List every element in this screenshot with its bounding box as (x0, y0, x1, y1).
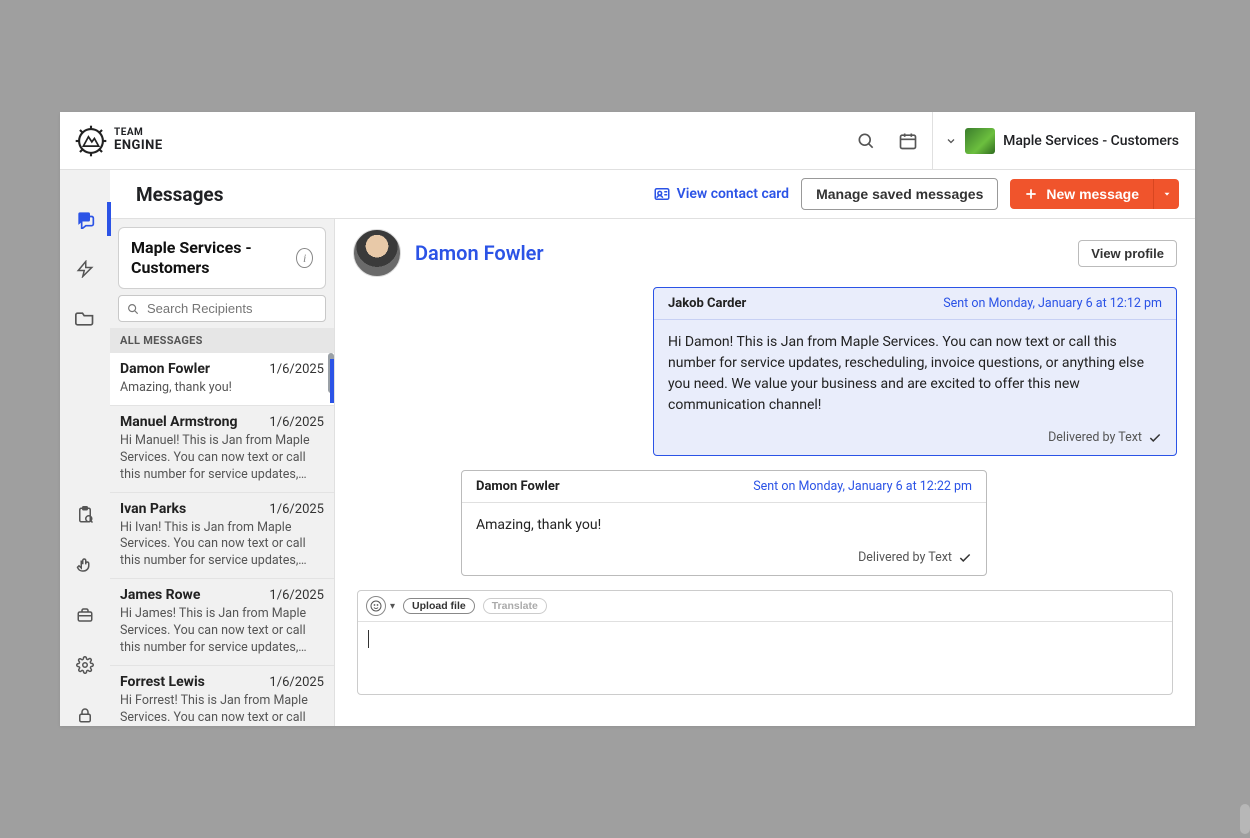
emoji-dropdown-icon[interactable]: ▾ (390, 601, 395, 612)
top-bar: TEAM ENGINE Maple Services - Customers (60, 112, 1195, 170)
thread-name: James Rowe (120, 587, 200, 603)
new-message-group: New message (1010, 179, 1179, 209)
gear-mountain-icon (74, 124, 108, 158)
page-scrollbar[interactable] (1240, 804, 1250, 834)
page-title: Messages (136, 183, 223, 206)
thread-name: Forrest Lewis (120, 674, 205, 690)
new-message-dropdown[interactable] (1153, 179, 1179, 209)
rail-messages-icon[interactable] (74, 208, 96, 230)
thread-date: 1/6/2025 (269, 675, 324, 690)
all-messages-header: ALL MESSAGES (110, 328, 334, 353)
app-frame: TEAM ENGINE Maple Services - Customers (60, 112, 1195, 726)
thread-item[interactable]: James Rowe 1/6/2025 Hi James! This is Ja… (110, 579, 334, 666)
message-body: Amazing, thank you! (462, 503, 986, 544)
thread-item[interactable]: Forrest Lewis 1/6/2025 Hi Forrest! This … (110, 666, 334, 726)
conversation-column: Damon Fowler View profile Jakob Carder S… (335, 219, 1195, 726)
search-recipients (118, 295, 326, 322)
thread-item[interactable]: Manuel Armstrong 1/6/2025 Hi Manuel! Thi… (110, 406, 334, 493)
search-icon (126, 302, 140, 316)
thread-date: 1/6/2025 (269, 362, 324, 377)
top-icons (854, 129, 920, 153)
rail-tap-icon[interactable] (74, 554, 96, 576)
brand-logo: TEAM ENGINE (74, 124, 163, 158)
thread-preview: Hi Manuel! This is Jan from Maple Servic… (120, 433, 324, 484)
translate-button[interactable]: Translate (483, 598, 547, 614)
thread-preview: Amazing, thank you! (120, 380, 324, 397)
search-recipients-input[interactable] (118, 295, 326, 322)
rail-folder-icon[interactable] (74, 308, 96, 330)
thread-item[interactable]: Ivan Parks 1/6/2025 Hi Ivan! This is Jan… (110, 493, 334, 580)
thread-preview: Hi Ivan! This is Jan from Maple Services… (120, 520, 324, 571)
view-profile-button[interactable]: View profile (1078, 240, 1177, 267)
rail-lock-icon[interactable] (74, 704, 96, 726)
contact-avatar (353, 229, 401, 277)
thread-preview: Hi Forrest! This is Jan from Maple Servi… (120, 693, 324, 726)
message-status: Delivered by Text (858, 550, 952, 565)
message-outgoing: Jakob Carder Sent on Monday, January 6 a… (653, 287, 1177, 456)
group-name: Maple Services - Customers (131, 238, 296, 278)
thread-list: Damon Fowler 1/6/2025 Amazing, thank you… (110, 353, 334, 726)
columns: Maple Services - Customers i ALL MESSAGE… (110, 218, 1195, 726)
brand-line2: ENGINE (114, 139, 163, 153)
search-icon[interactable] (854, 129, 878, 153)
view-contact-card-link[interactable]: View contact card (653, 185, 789, 203)
message-body: Hi Damon! This is Jan from Maple Service… (654, 320, 1176, 424)
check-icon (1148, 431, 1162, 445)
message-timestamp: Sent on Monday, January 6 at 12:12 pm (943, 296, 1162, 311)
compose-toolbar: ▾ Upload file Translate (358, 591, 1172, 622)
thread-name: Damon Fowler (120, 361, 210, 377)
new-message-text: New message (1046, 186, 1139, 202)
threads-column: Maple Services - Customers i ALL MESSAGE… (110, 219, 335, 726)
caret-down-icon (1162, 189, 1172, 199)
rail-briefcase-icon[interactable] (74, 604, 96, 626)
contact-name-link[interactable]: Damon Fowler (415, 241, 544, 265)
message-sender: Jakob Carder (668, 296, 746, 311)
conversation-body: Jakob Carder Sent on Monday, January 6 a… (335, 287, 1195, 726)
conversation-header: Damon Fowler View profile (335, 219, 1195, 287)
page-header: Messages View contact card Manage saved … (110, 170, 1195, 218)
message-timestamp: Sent on Monday, January 6 at 12:22 pm (753, 479, 972, 494)
view-contact-card-text: View contact card (677, 186, 789, 202)
compose-textarea[interactable] (358, 622, 1172, 694)
plus-icon (1024, 187, 1038, 201)
info-icon[interactable]: i (296, 248, 313, 268)
rail-clipboard-icon[interactable] (74, 504, 96, 526)
rail-settings-icon[interactable] (74, 654, 96, 676)
compose-box: ▾ Upload file Translate (357, 590, 1173, 695)
account-switcher[interactable]: Maple Services - Customers (932, 112, 1179, 169)
thread-date: 1/6/2025 (269, 502, 324, 517)
rail-bolt-icon[interactable] (74, 258, 96, 280)
thread-name: Manuel Armstrong (120, 414, 237, 430)
group-card: Maple Services - Customers i (118, 227, 326, 289)
check-icon (958, 551, 972, 565)
message-sender: Damon Fowler (476, 479, 560, 494)
manage-saved-button[interactable]: Manage saved messages (801, 178, 998, 210)
thread-date: 1/6/2025 (269, 415, 324, 430)
body: Messages View contact card Manage saved … (60, 170, 1195, 726)
new-message-button[interactable]: New message (1010, 179, 1153, 209)
upload-file-button[interactable]: Upload file (403, 598, 475, 614)
account-avatar (965, 128, 995, 154)
emoji-button[interactable] (366, 596, 386, 616)
calendar-icon[interactable] (896, 129, 920, 153)
thread-item[interactable]: Damon Fowler 1/6/2025 Amazing, thank you… (110, 353, 334, 406)
account-name: Maple Services - Customers (1003, 133, 1179, 149)
thread-name: Ivan Parks (120, 501, 186, 517)
message-incoming: Damon Fowler Sent on Monday, January 6 a… (461, 470, 987, 576)
thread-date: 1/6/2025 (269, 588, 324, 603)
chevron-down-icon (945, 135, 957, 147)
side-rail (60, 170, 110, 726)
message-status: Delivered by Text (1048, 430, 1142, 445)
thread-preview: Hi James! This is Jan from Maple Service… (120, 606, 324, 657)
main: Messages View contact card Manage saved … (110, 170, 1195, 726)
